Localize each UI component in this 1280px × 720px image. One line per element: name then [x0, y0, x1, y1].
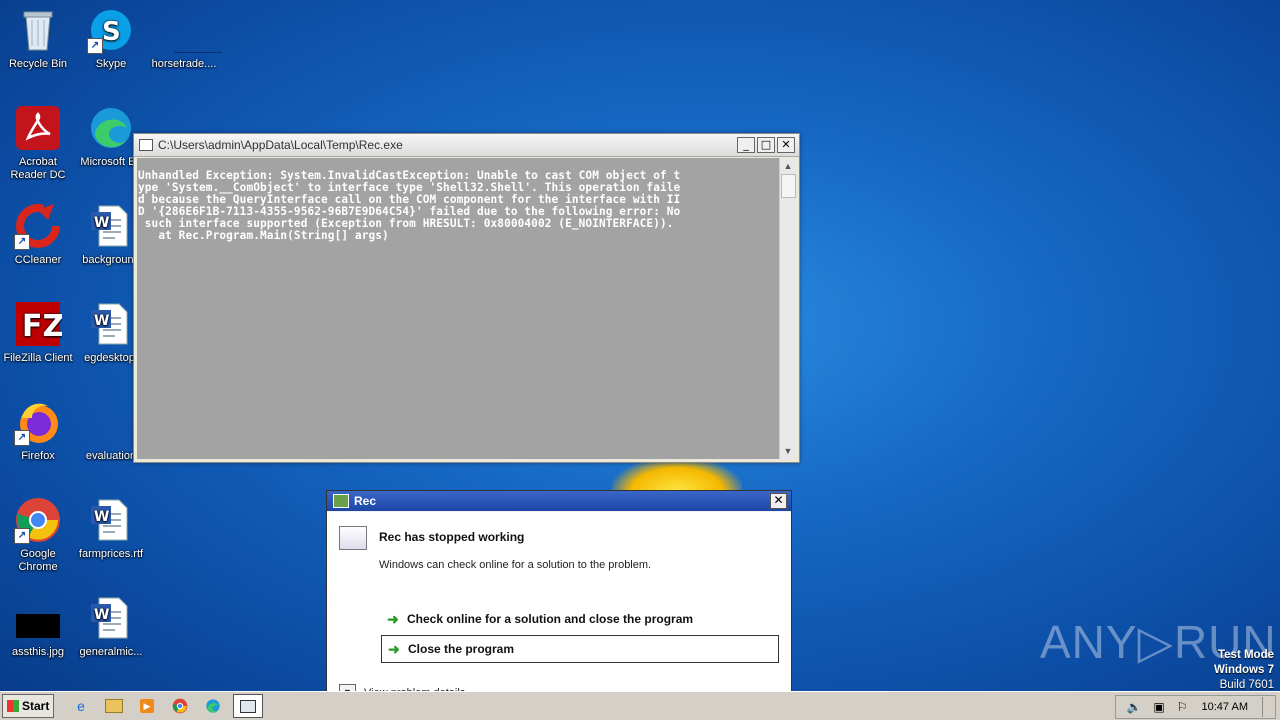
green-arrow-icon: ➜	[388, 640, 400, 657]
word-document-icon: W	[87, 300, 135, 348]
desktop-icon-generalmic[interactable]: W generalmic...	[73, 594, 149, 659]
check-online-label: Check online for a solution and close th…	[407, 612, 694, 626]
desktop-icon-farmprices[interactable]: W farmprices.rtf	[73, 496, 149, 561]
windows-flag-icon	[7, 700, 19, 712]
start-label: Start	[22, 699, 50, 713]
close-program-button[interactable]: ➜ Close the program	[381, 635, 779, 663]
taskbar: Start e ▶ 🔈 ▣ ⚐ 10:47 AM	[0, 691, 1280, 720]
console-title: C:\Users\admin\AppData\Local\Temp\Rec.ex…	[158, 138, 403, 152]
shortcut-arrow-icon: ↗	[14, 430, 30, 446]
dialog-titlebar[interactable]: Rec ✕	[327, 491, 791, 511]
dialog-headline: Rec has stopped working	[379, 530, 525, 544]
file-icon	[87, 398, 135, 446]
ie-icon[interactable]: e	[70, 695, 92, 717]
dialog-title: Rec	[354, 494, 377, 508]
edge-icon	[87, 104, 135, 152]
minimize-button[interactable]: _	[737, 137, 755, 153]
scroll-down-icon[interactable]: ▼	[780, 443, 796, 459]
chrome-taskbar-icon[interactable]	[169, 695, 191, 717]
console-line: at Rec.Program.Main(String[] args)	[138, 229, 389, 242]
recycle-bin-icon	[14, 6, 62, 54]
edge-taskbar-icon[interactable]	[202, 695, 224, 717]
start-button[interactable]: Start	[2, 694, 54, 718]
desktop-icon-skype[interactable]: S ↗ Skype	[73, 6, 149, 71]
svg-text:S: S	[102, 17, 121, 47]
scroll-up-icon[interactable]: ▲	[780, 158, 796, 174]
word-document-icon: W	[87, 202, 135, 250]
chrome-icon: ↗	[14, 496, 62, 544]
close-program-label: Close the program	[408, 642, 515, 656]
desktop-icon-label: Acrobat Reader DC	[10, 156, 66, 181]
explorer-icon[interactable]	[103, 695, 125, 717]
action-center-flag-icon[interactable]: ⚐	[1177, 700, 1188, 714]
system-tray: 🔈 ▣ ⚐ 10:47 AM	[1115, 695, 1276, 719]
file-icon	[160, 6, 222, 54]
word-document-icon: W	[87, 594, 135, 642]
maximize-button[interactable]: □	[757, 137, 775, 153]
program-window-icon	[339, 526, 367, 550]
test-mode-watermark: Test Mode Windows 7 Build 7601	[1214, 648, 1274, 693]
word-document-icon: W	[87, 496, 135, 544]
desktop-icon-assthis[interactable]: assthis.jpg	[0, 594, 76, 659]
console-output[interactable]: Unhandled Exception: System.InvalidCastE…	[137, 158, 779, 459]
desktop-icon-label: Skype	[95, 58, 127, 70]
desktop-icon-label: Google Chrome	[18, 548, 58, 573]
wallpaper-flare	[612, 458, 742, 492]
volume-icon[interactable]: 🔈	[1126, 700, 1141, 714]
console-scrollbar[interactable]: ▲ ▼	[779, 158, 796, 459]
ccleaner-icon: ↗	[14, 202, 62, 250]
svg-text:W: W	[94, 607, 109, 623]
network-icon[interactable]: ▣	[1153, 700, 1164, 714]
desktop-icon-chrome[interactable]: ↗ Google Chrome	[0, 496, 76, 574]
desktop-icon-filezilla[interactable]: FZ FileZilla Client	[0, 300, 76, 365]
show-desktop-button[interactable]	[1262, 697, 1271, 717]
console-window-icon	[240, 699, 256, 713]
check-online-button[interactable]: ➜ Check online for a solution and close …	[381, 606, 777, 632]
shortcut-arrow-icon: ↗	[14, 528, 30, 544]
desktop-icon-horsetrade[interactable]: horsetrade....	[146, 6, 222, 71]
dialog-app-icon	[333, 494, 349, 508]
desktop-icon-label: Firefox	[21, 450, 55, 462]
svg-text:FZ: FZ	[22, 309, 62, 344]
firefox-icon: ↗	[14, 398, 62, 446]
desktop-icon-label: farmprices.rtf	[78, 548, 144, 560]
console-app-icon	[139, 139, 153, 151]
desktop-icon-firefox[interactable]: ↗ Firefox	[0, 398, 76, 463]
dialog-body: Rec has stopped working Windows can chec…	[327, 512, 791, 701]
close-button[interactable]: ✕	[777, 137, 795, 153]
desktop-icon-ccleaner[interactable]: ↗ CCleaner	[0, 202, 76, 267]
skype-icon: S ↗	[87, 6, 135, 54]
desktop-icon-recycle-bin[interactable]: Recycle Bin	[0, 6, 76, 71]
console-taskbar-button[interactable]	[233, 694, 263, 718]
os-label: Windows 7	[1214, 664, 1274, 676]
dialog-close-button[interactable]: ✕	[770, 493, 787, 509]
shortcut-arrow-icon: ↗	[87, 38, 103, 54]
error-dialog[interactable]: Rec ✕ Rec has stopped working Windows ca…	[326, 490, 792, 701]
desktop-icon-label: horsetrade....	[151, 58, 217, 70]
filezilla-icon: FZ	[14, 300, 64, 348]
desktop-icon-label: assthis.jpg	[12, 646, 64, 658]
desktop-icon-label: FileZilla Client	[3, 352, 73, 364]
media-player-icon[interactable]: ▶	[136, 695, 158, 717]
desktop-icon-label: Recycle Bin	[8, 58, 68, 70]
desktop-icon-acrobat[interactable]: Acrobat Reader DC	[0, 104, 76, 182]
console-titlebar[interactable]: C:\Users\admin\AppData\Local\Temp\Rec.ex…	[134, 134, 799, 157]
svg-text:W: W	[94, 313, 109, 329]
svg-text:W: W	[94, 215, 109, 231]
scroll-thumb[interactable]	[781, 174, 796, 198]
dialog-description: Windows can check online for a solution …	[379, 559, 652, 571]
green-arrow-icon: ➜	[387, 610, 399, 627]
desktop-icon-label: CCleaner	[14, 254, 62, 266]
test-mode-label: Test Mode	[1217, 649, 1274, 661]
clock[interactable]: 10:47 AM	[1202, 701, 1248, 713]
desktop-icon-label: generalmic...	[79, 646, 143, 658]
acrobat-icon	[14, 104, 62, 152]
svg-text:W: W	[94, 509, 109, 525]
shortcut-arrow-icon: ↗	[14, 234, 30, 250]
image-file-icon	[14, 594, 62, 642]
console-window[interactable]: C:\Users\admin\AppData\Local\Temp\Rec.ex…	[133, 133, 800, 463]
